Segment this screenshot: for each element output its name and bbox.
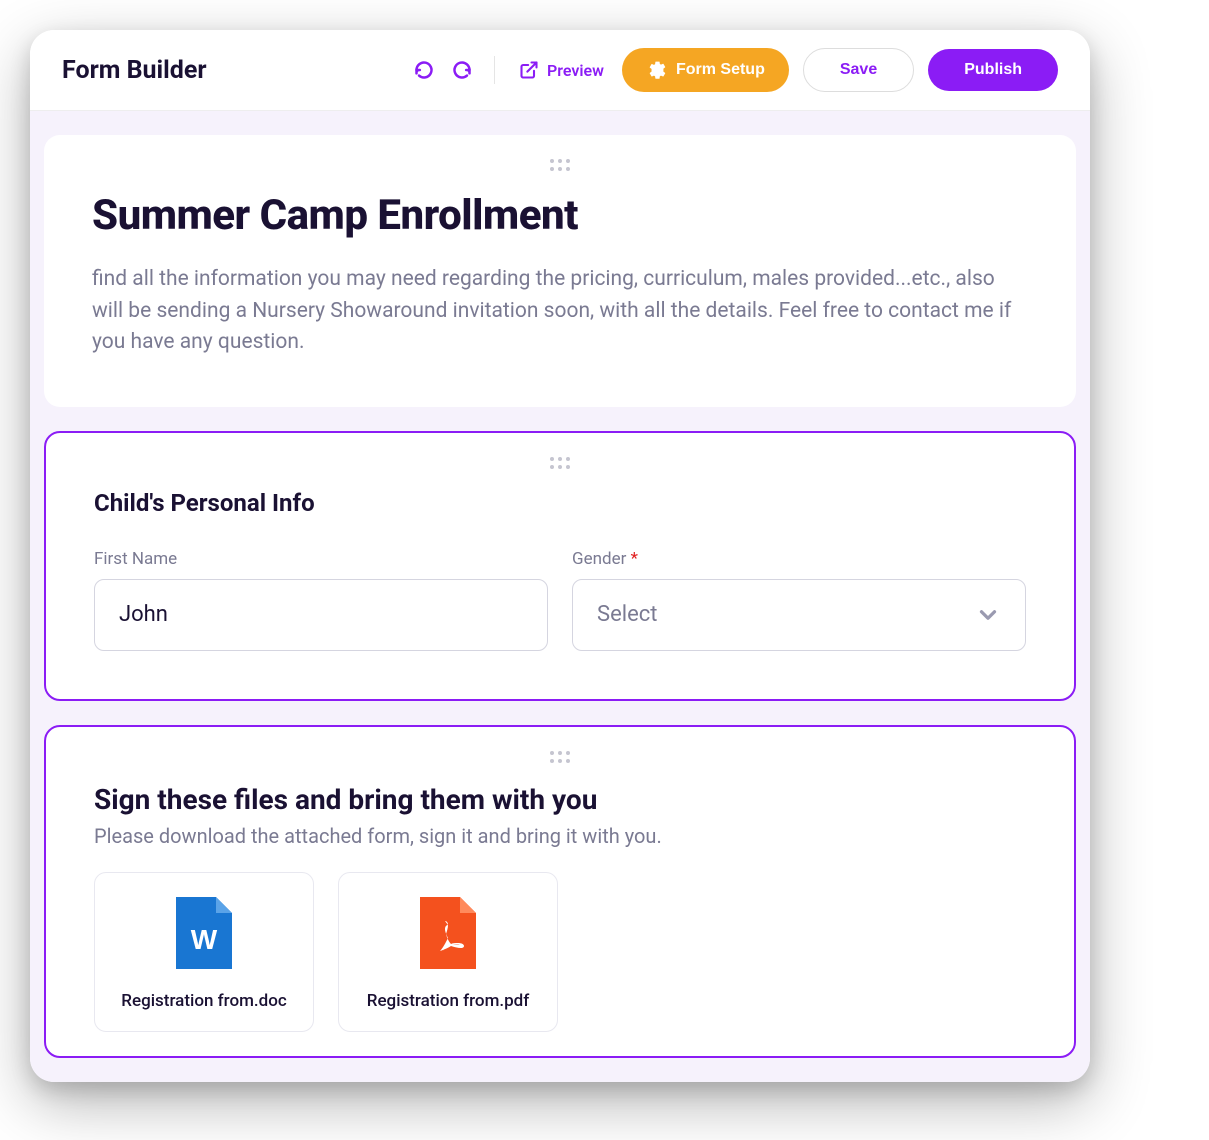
save-label: Save xyxy=(840,61,877,79)
section-title: Child's Personal Info xyxy=(94,489,1026,517)
svg-text:W: W xyxy=(191,924,218,955)
redo-button[interactable] xyxy=(450,58,474,82)
word-doc-icon: W xyxy=(176,897,232,973)
preview-button[interactable]: Preview xyxy=(515,56,608,84)
files-title: Sign these files and bring them with you xyxy=(94,783,1026,816)
first-name-field: First Name xyxy=(94,549,548,651)
gear-icon xyxy=(646,60,666,80)
publish-button[interactable]: Publish xyxy=(928,49,1058,91)
toolbar: Preview Form Setup Save Publish xyxy=(412,48,1058,92)
required-indicator: * xyxy=(631,549,638,569)
gender-placeholder: Select xyxy=(597,602,657,627)
gender-label: Gender * xyxy=(572,549,1026,569)
external-link-icon xyxy=(519,60,539,80)
personal-info-card[interactable]: Child's Personal Info First Name Gender … xyxy=(44,431,1076,701)
files-card[interactable]: Sign these files and bring them with you… xyxy=(44,725,1076,1058)
content-area: Summer Camp Enrollment find all the info… xyxy=(30,111,1090,1082)
first-name-input[interactable] xyxy=(94,579,548,651)
file-name: Registration from.pdf xyxy=(367,991,530,1011)
save-button[interactable]: Save xyxy=(803,48,914,92)
gender-select[interactable]: Select xyxy=(572,579,1026,651)
drag-handle[interactable] xyxy=(94,751,1026,763)
file-name: Registration from.doc xyxy=(121,991,286,1011)
divider xyxy=(494,56,495,84)
chevron-down-icon xyxy=(975,602,1001,628)
title-card[interactable]: Summer Camp Enrollment find all the info… xyxy=(44,135,1076,407)
files-description: Please download the attached form, sign … xyxy=(94,824,1026,848)
form-setup-button[interactable]: Form Setup xyxy=(622,48,789,92)
app-container: Form Builder Preview Form Setup Save Pub… xyxy=(30,30,1090,1082)
publish-label: Publish xyxy=(964,61,1022,79)
gender-field: Gender * Select xyxy=(572,549,1026,651)
first-name-label: First Name xyxy=(94,549,548,569)
form-description: find all the information you may need re… xyxy=(92,264,1028,359)
undo-button[interactable] xyxy=(412,58,436,82)
form-title: Summer Camp Enrollment xyxy=(92,191,1028,240)
file-cards: W Registration from.doc Registration fro… xyxy=(94,872,1026,1032)
preview-label: Preview xyxy=(547,61,604,80)
file-card-doc[interactable]: W Registration from.doc xyxy=(94,872,314,1032)
pdf-icon xyxy=(420,897,476,973)
header: Form Builder Preview Form Setup Save Pub… xyxy=(30,30,1090,111)
drag-handle[interactable] xyxy=(92,159,1028,171)
form-row: First Name Gender * Select xyxy=(94,549,1026,651)
app-title: Form Builder xyxy=(62,56,207,85)
file-card-pdf[interactable]: Registration from.pdf xyxy=(338,872,558,1032)
form-setup-label: Form Setup xyxy=(676,61,765,79)
drag-handle[interactable] xyxy=(94,457,1026,469)
